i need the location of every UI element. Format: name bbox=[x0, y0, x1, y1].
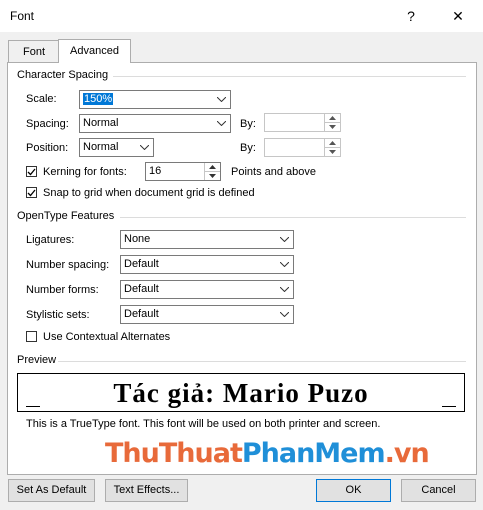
tab-font[interactable]: Font bbox=[8, 40, 60, 63]
kerning-value: 16 bbox=[149, 165, 162, 177]
group-divider bbox=[113, 76, 466, 77]
position-value: Normal bbox=[83, 141, 119, 153]
position-label: Position: bbox=[26, 142, 69, 154]
spin-up-icon[interactable] bbox=[325, 114, 340, 123]
number-forms-value: Default bbox=[124, 283, 159, 295]
stylistic-sets-combo[interactable]: Default bbox=[120, 305, 294, 324]
scale-label: Scale: bbox=[26, 93, 57, 105]
chevron-down-icon[interactable] bbox=[212, 115, 230, 132]
spacing-label: Spacing: bbox=[26, 118, 69, 130]
check-icon bbox=[27, 168, 36, 175]
contextual-alternates-checkbox[interactable] bbox=[26, 331, 37, 342]
ligatures-combo[interactable]: None bbox=[120, 230, 294, 249]
check-icon bbox=[27, 189, 36, 196]
preview-heading: Preview bbox=[17, 354, 57, 366]
kerning-suffix: Points and above bbox=[231, 166, 317, 178]
contextual-alternates-label: Use Contextual Alternates bbox=[43, 331, 171, 343]
character-spacing-heading: Character Spacing bbox=[17, 69, 109, 81]
preview-note: This is a TrueType font. This font will … bbox=[26, 418, 381, 430]
ligatures-value: None bbox=[124, 233, 151, 245]
spacing-value: Normal bbox=[83, 117, 119, 129]
spacing-combo[interactable]: Normal bbox=[79, 114, 231, 133]
set-as-default-button[interactable]: Set As Default bbox=[8, 479, 95, 502]
number-spacing-combo[interactable]: Default bbox=[120, 255, 294, 274]
chevron-down-icon[interactable] bbox=[275, 306, 293, 323]
group-divider bbox=[58, 361, 466, 362]
help-button[interactable]: ? bbox=[389, 0, 433, 32]
spacing-by-spinner[interactable] bbox=[264, 113, 341, 132]
chevron-down-icon[interactable] bbox=[275, 256, 293, 273]
spin-down-icon[interactable] bbox=[325, 123, 340, 131]
scale-value: 150% bbox=[83, 93, 114, 105]
spin-down-icon[interactable] bbox=[205, 172, 220, 180]
close-button[interactable]: ✕ bbox=[436, 0, 480, 32]
position-by-label: By: bbox=[240, 142, 256, 154]
watermark-part3: .vn bbox=[384, 438, 430, 469]
group-divider bbox=[120, 217, 466, 218]
spacing-by-label: By: bbox=[240, 118, 256, 130]
snap-checkbox[interactable] bbox=[26, 187, 37, 198]
watermark-logo: ThuThuatPhanMem.vn bbox=[105, 438, 430, 469]
scale-combo[interactable]: 150% bbox=[79, 90, 231, 109]
chevron-down-icon[interactable] bbox=[135, 139, 153, 156]
stylistic-sets-value: Default bbox=[124, 308, 159, 320]
kerning-checkbox[interactable] bbox=[26, 166, 37, 177]
chevron-down-icon[interactable] bbox=[212, 91, 230, 108]
number-forms-label: Number forms: bbox=[26, 284, 99, 296]
tab-font-label: Font bbox=[22, 46, 45, 58]
cancel-button[interactable]: Cancel bbox=[401, 479, 476, 502]
help-icon: ? bbox=[407, 8, 415, 24]
kerning-spinner[interactable]: 16 bbox=[145, 162, 221, 181]
preview-baseline-right bbox=[442, 406, 456, 407]
spin-down-icon[interactable] bbox=[325, 148, 340, 156]
window-title: Font bbox=[10, 9, 35, 23]
close-icon: ✕ bbox=[452, 8, 464, 24]
preview-box: Tác giả: Mario Puzo bbox=[17, 373, 465, 412]
stylistic-sets-label: Stylistic sets: bbox=[26, 309, 90, 321]
spin-up-icon[interactable] bbox=[205, 163, 220, 172]
position-combo[interactable]: Normal bbox=[79, 138, 154, 157]
preview-text: Tác giả: Mario Puzo bbox=[113, 378, 369, 408]
kerning-label: Kerning for fonts: bbox=[43, 166, 127, 178]
opentype-heading: OpenType Features bbox=[17, 210, 115, 222]
number-spacing-value: Default bbox=[124, 258, 159, 270]
tab-advanced-label: Advanced bbox=[70, 45, 119, 57]
chevron-down-icon[interactable] bbox=[275, 281, 293, 298]
watermark-part1: ThuThuat bbox=[105, 438, 243, 469]
watermark-part2: PhanMem bbox=[241, 438, 386, 469]
chevron-down-icon[interactable] bbox=[275, 231, 293, 248]
number-forms-combo[interactable]: Default bbox=[120, 280, 294, 299]
snap-label: Snap to grid when document grid is defin… bbox=[43, 187, 255, 199]
position-by-spinner[interactable] bbox=[264, 138, 341, 157]
ok-button[interactable]: OK bbox=[316, 479, 391, 502]
number-spacing-label: Number spacing: bbox=[26, 259, 110, 271]
spin-up-icon[interactable] bbox=[325, 139, 340, 148]
tab-advanced[interactable]: Advanced bbox=[58, 39, 131, 63]
text-effects-button[interactable]: Text Effects... bbox=[105, 479, 188, 502]
ligatures-label: Ligatures: bbox=[26, 234, 75, 246]
